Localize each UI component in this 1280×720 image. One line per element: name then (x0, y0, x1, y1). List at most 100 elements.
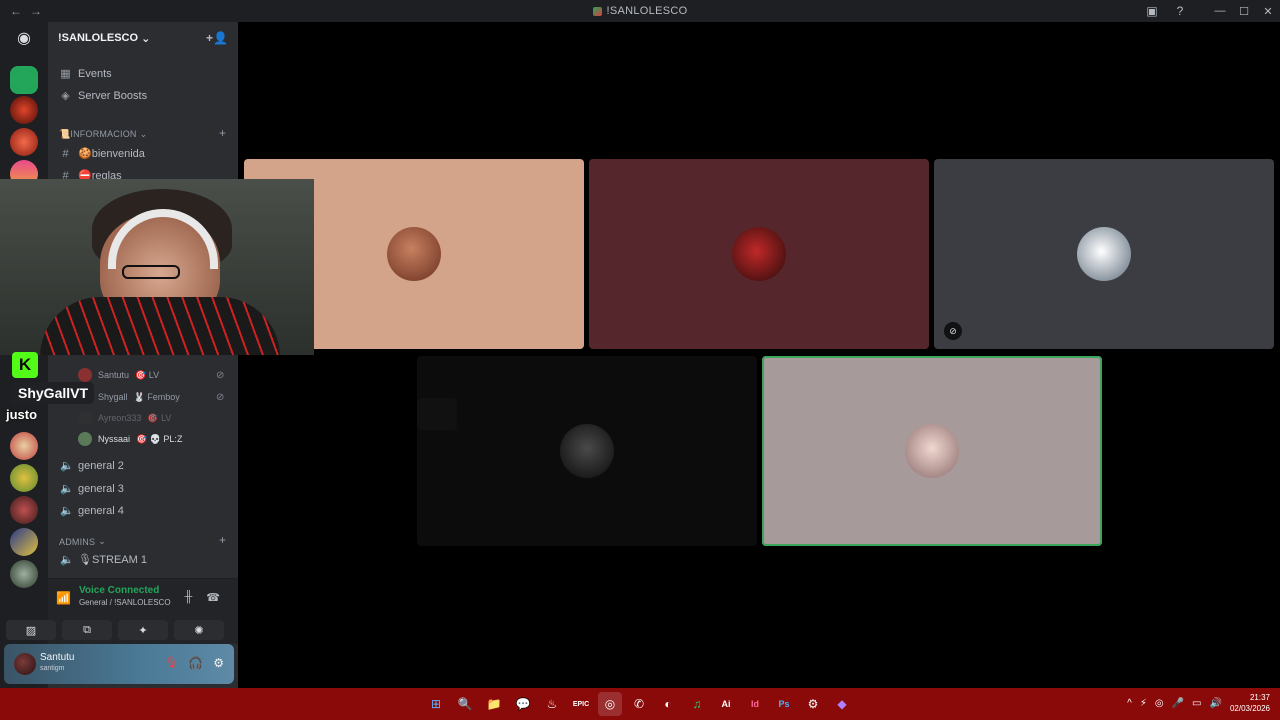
tray-power-icon[interactable]: ⚡ (1140, 698, 1147, 709)
file-explorer-icon[interactable]: 📁 (482, 692, 506, 716)
server-icon-2[interactable] (10, 96, 38, 124)
server-icon-6[interactable] (10, 464, 38, 492)
history-nav: ← → (0, 4, 42, 18)
maximize-button[interactable]: ☐ (1232, 0, 1256, 22)
speaker-icon: 🔈 (60, 554, 74, 566)
tray-app-icon[interactable]: ◎ (1155, 698, 1164, 709)
app-diamond-icon[interactable]: ◆ (830, 692, 854, 716)
participant-tile-3[interactable]: ⊘ (934, 159, 1274, 349)
calendar-icon: ▦ (60, 68, 71, 80)
voice-channel-general-3[interactable]: 🔈 general 3 (60, 482, 124, 496)
events-item[interactable]: ▦ Events (60, 67, 111, 81)
chevron-down-icon: ⌄ (139, 129, 148, 139)
whatsapp-icon[interactable]: ✆ (627, 692, 651, 716)
voice-channel-general-4[interactable]: 🔈 general 4 (60, 504, 124, 518)
photoshop-icon[interactable]: Ps (772, 692, 796, 716)
participant-tile-4[interactable] (417, 356, 757, 546)
avatar (1077, 227, 1131, 281)
avatar (78, 368, 92, 382)
windows-start-icon[interactable]: ⊞ (424, 692, 448, 716)
server-icon-8[interactable] (10, 528, 38, 556)
microphone-icon[interactable]: 🎤 (1172, 698, 1184, 709)
member-name: Shygall (98, 392, 128, 402)
create-channel-icon[interactable]: + (219, 533, 226, 547)
channel-bienvenida[interactable]: # 🍪bienvenida (60, 147, 144, 161)
soundboard-button[interactable]: ✺ (174, 620, 224, 640)
channel-label: general 2 (78, 459, 124, 472)
volume-icon[interactable]: 🔊 (1210, 698, 1222, 709)
avatar (78, 432, 92, 446)
member-name: Nyssaai (98, 434, 131, 444)
streamer-webcam (0, 179, 314, 355)
messenger-icon[interactable]: ◐ (656, 692, 680, 716)
voice-call-stage: ⊘ (238, 22, 1280, 688)
clock-time: 21:37 (1249, 693, 1270, 702)
tray-overflow-icon[interactable]: ^ (1127, 698, 1132, 709)
server-icon-1[interactable] (10, 66, 38, 94)
indesign-icon[interactable]: Id (743, 692, 767, 716)
taskbar-apps: ⊞ 🔍 📁 💬 ♨ EPIC ◎ ✆ ◐ ♫ Ai Id Ps ⚙ ◆ (424, 692, 854, 716)
avatar[interactable] (14, 653, 36, 675)
server-icon-9[interactable] (10, 560, 38, 588)
system-tray: ^ ⚡ ◎ 🎤 ▭ 🔊 21:37 02/03/2026 (1127, 692, 1270, 714)
mic-muted-icon[interactable]: 🎙 (164, 656, 178, 670)
server-name: !SANLOLESCO (58, 32, 139, 44)
forward-arrow-icon[interactable]: → (30, 4, 42, 18)
participant-tile-2[interactable] (589, 159, 929, 349)
avatar (905, 424, 959, 478)
overlay-text: justo (6, 407, 38, 422)
channel-label: general 3 (78, 482, 124, 495)
activities-button[interactable]: ✦ (118, 620, 168, 640)
disconnect-icon[interactable]: ☎ (206, 591, 220, 604)
illustrator-icon[interactable]: Ai (714, 692, 738, 716)
edge-browser-icon[interactable]: ◎ (598, 692, 622, 716)
server-header[interactable]: !SANLOLESCO ⌄ +👤 (48, 22, 238, 54)
user-controls: 🎙 🎧 ⚙ (164, 656, 224, 670)
back-arrow-icon[interactable]: ← (10, 4, 22, 18)
noise-suppression-icon[interactable]: ╫ (185, 591, 193, 604)
clock-date: 02/03/2026 (1229, 704, 1270, 713)
server-icon-3[interactable] (10, 128, 38, 156)
epic-games-icon[interactable]: EPIC (569, 692, 593, 716)
obs-icon[interactable]: ⚙ (801, 692, 825, 716)
category-admins[interactable]: ADMINS ⌄ (59, 536, 106, 547)
discord-home-icon[interactable]: ◉ (10, 26, 38, 50)
server-boosts-item[interactable]: ◈ Server Boosts (60, 89, 147, 103)
spotify-icon[interactable]: ♫ (685, 692, 709, 716)
discord-icon[interactable]: 💬 (511, 692, 535, 716)
voice-member-ayreon[interactable]: Ayreon333 🎯 LV (78, 411, 171, 425)
close-button[interactable]: ✕ (1256, 0, 1280, 22)
voice-member-santutu[interactable]: Santutu 🎯 LV ⊘ (78, 368, 224, 382)
invite-icon[interactable]: +👤 (206, 31, 228, 45)
headset-icon[interactable]: 🎧 (188, 656, 203, 670)
minimize-button[interactable]: — (1208, 0, 1232, 22)
help-icon[interactable]: ? (1166, 0, 1194, 22)
member-tag: 🎯 LV (147, 412, 172, 423)
camera-off-button[interactable]: ▨ (6, 620, 56, 640)
inbox-icon[interactable]: ▣ (1138, 0, 1166, 22)
member-name: Ayreon333 (98, 413, 142, 423)
voice-channel-stream-1[interactable]: 🔈 🎙STREAM 1 (60, 553, 147, 566)
avatar (732, 227, 786, 281)
voice-member-nyssaai[interactable]: Nyssaai 🎯 💀 PL:Z (78, 432, 182, 446)
participant-tile-5[interactable] (762, 356, 1102, 546)
clock[interactable]: 21:37 02/03/2026 (1230, 692, 1270, 714)
steam-icon[interactable]: ♨ (540, 692, 564, 716)
boost-icon: ◈ (61, 90, 70, 102)
create-channel-icon[interactable]: + (219, 126, 226, 140)
chevron-down-icon: ⌄ (141, 32, 151, 45)
stage-shadow-bar (417, 398, 457, 430)
server-icon-5[interactable] (10, 432, 38, 460)
screen-share-button[interactable]: ⧉ (62, 620, 112, 640)
search-icon[interactable]: 🔍 (453, 692, 477, 716)
display-icon[interactable]: ▭ (1192, 698, 1201, 709)
settings-gear-icon[interactable]: ⚙ (213, 656, 224, 670)
username[interactable]: Santutu (40, 652, 74, 663)
window-title: !SANLOLESCO (0, 5, 1280, 17)
avatar (78, 411, 92, 425)
server-icon (592, 6, 602, 16)
category-informacion[interactable]: 📜INFORMACION ⌄ (59, 129, 147, 140)
voice-channel-general-2[interactable]: 🔈 general 2 (60, 459, 124, 473)
server-icon-7[interactable] (10, 496, 38, 524)
voice-status[interactable]: 📶 Voice Connected General / !SANLOLESCO (56, 585, 171, 607)
